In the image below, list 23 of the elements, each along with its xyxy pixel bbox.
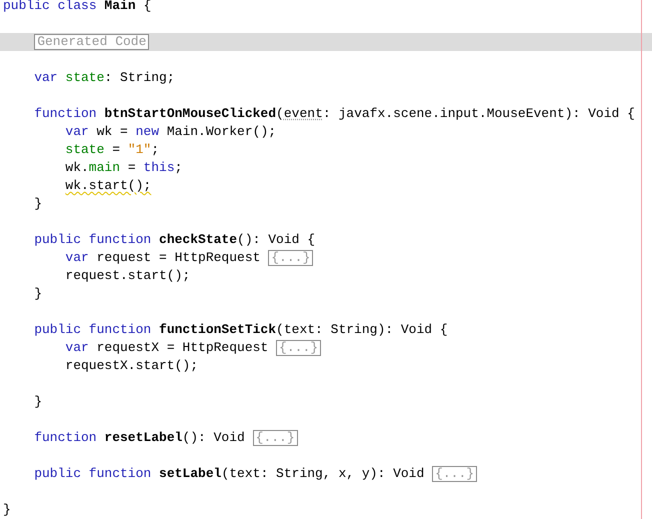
code-line: wk.main = this;: [65, 159, 182, 177]
code-line: state = "1";: [65, 141, 160, 159]
code-line: }: [3, 501, 11, 519]
code-line: }: [34, 195, 42, 213]
fold-marker[interactable]: Generated Code: [34, 34, 150, 50]
fold-marker[interactable]: {...}: [252, 430, 298, 446]
code-line: var request = HttpRequest: [65, 249, 262, 267]
code-line: public function setLabel(text: String, x, y): Void: [34, 465, 426, 483]
fold-marker[interactable]: {...}: [268, 250, 314, 266]
fold-marker[interactable]: {...}: [276, 340, 322, 356]
code-line: public function functionSetTick(text: String): Void {: [34, 321, 448, 339]
code-line: }: [34, 285, 42, 303]
code-line: var requestX = HttpRequest: [65, 339, 270, 357]
code-line: requestX.start();: [65, 357, 198, 375]
code-line: var state: String;: [34, 69, 175, 87]
code-line: wk.start();: [65, 177, 152, 195]
fold-marker[interactable]: {...}: [432, 466, 478, 482]
code-line: function btnStartOnMouseClicked(event: javafx.scene.input.MouseEvent): Void {: [34, 105, 635, 123]
code-line: }: [34, 393, 42, 411]
code-line: request.start();: [65, 267, 190, 285]
code-line: function resetLabel(): Void: [34, 429, 246, 447]
code-line: var wk = new Main.Worker();: [65, 123, 276, 141]
code-line: public function checkState(): Void {: [34, 231, 316, 249]
